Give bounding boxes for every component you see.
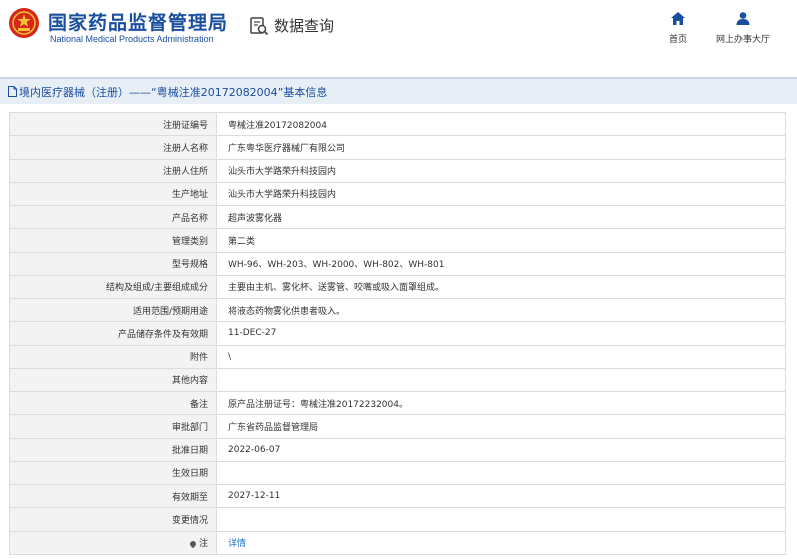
nav-home-link[interactable]: 首页 bbox=[664, 12, 692, 45]
field-value: 将液态药物雾化供患者吸入。 bbox=[216, 297, 786, 323]
field-value: WH-96、WH-203、WH-2000、WH-802、WH-801 bbox=[216, 251, 786, 276]
field-label: 结构及组成/主要组成成分 bbox=[9, 274, 217, 300]
field-value: 汕头市大学路荣升科技园内 bbox=[216, 158, 786, 183]
field-value: 广东粤华医疗器械厂有限公司 bbox=[216, 135, 786, 160]
field-value: 第二类 bbox=[216, 228, 786, 253]
home-icon bbox=[671, 12, 685, 25]
national-emblem-icon bbox=[9, 8, 39, 38]
field-label: 批准日期 bbox=[9, 437, 217, 462]
field-value: 2027-12-11 bbox=[216, 483, 786, 509]
user-icon bbox=[736, 12, 750, 25]
org-name-cn[interactable]: 国家药品监督管理局 bbox=[48, 8, 228, 35]
table-row: 管理类别 第二类 bbox=[9, 228, 786, 253]
field-label: 审批部门 bbox=[9, 414, 217, 439]
nav-home-label: 首页 bbox=[668, 35, 687, 45]
table-row: 附件 \ bbox=[9, 344, 786, 369]
table-row: 生效日期 bbox=[9, 460, 786, 486]
data-query-heading: 数据查询 bbox=[249, 15, 334, 36]
field-value: 超声波雾化器 bbox=[216, 204, 786, 230]
table-row: 有效期至 2027-12-11 bbox=[9, 483, 786, 509]
field-value bbox=[216, 507, 786, 532]
table-row: 审批部门 广东省药品监督管理局 bbox=[9, 414, 786, 439]
details-link[interactable]: 详情 bbox=[228, 539, 246, 549]
table-row: 备注 原产品注册证号：粤械注准20172232004。 bbox=[9, 390, 786, 416]
field-label: 产品储存条件及有效期 bbox=[9, 321, 217, 346]
table-row: 产品储存条件及有效期 11-DEC-27 bbox=[9, 321, 786, 346]
field-label: 变更情况 bbox=[9, 507, 217, 532]
field-label: 型号规格 bbox=[9, 251, 217, 276]
field-value bbox=[216, 367, 786, 393]
nav-online-hall-link[interactable]: 网上办事大厅 bbox=[712, 12, 774, 45]
field-value-note: 详情 bbox=[216, 530, 786, 555]
field-value: 11-DEC-27 bbox=[216, 321, 786, 346]
table-row: 结构及组成/主要组成成分 主要由主机、雾化杯、送雾管、咬嘴或吸入面罩组成。 bbox=[9, 274, 786, 300]
field-label: 附件 bbox=[9, 344, 217, 369]
pin-icon bbox=[188, 539, 198, 548]
field-label: 注册人住所 bbox=[9, 158, 217, 183]
field-label: 生效日期 bbox=[9, 460, 217, 486]
field-value: 原产品注册证号：粤械注准20172232004。 bbox=[216, 390, 786, 416]
field-label: 管理类别 bbox=[9, 228, 217, 253]
basic-info-table: 注册证编号 粤械注准20172082004 注册人名称 广东粤华医疗器械厂有限公司 注册… bbox=[9, 111, 786, 555]
field-label: 注册证编号 bbox=[9, 111, 217, 137]
document-search-icon bbox=[250, 16, 269, 35]
field-label-note: 注 bbox=[9, 530, 217, 555]
field-label: 备注 bbox=[9, 390, 217, 416]
field-label: 有效期至 bbox=[9, 483, 217, 509]
nav-online-hall-label: 网上办事大厅 bbox=[715, 35, 770, 45]
field-label: 生产地址 bbox=[9, 181, 217, 207]
table-row: 其他内容 bbox=[9, 367, 786, 393]
field-value: 2022-06-07 bbox=[216, 437, 786, 462]
table-row: 批准日期 2022-06-07 bbox=[9, 437, 786, 462]
record-title: 境内医疗器械（注册）——“粤械注准20172082004”基本信息 bbox=[19, 85, 328, 99]
field-value bbox=[216, 460, 786, 486]
table-row: 型号规格 WH-96、WH-203、WH-2000、WH-802、WH-801 bbox=[9, 251, 786, 276]
field-label: 适用范围/预期用途 bbox=[9, 297, 217, 323]
table-row: 变更情况 bbox=[9, 507, 786, 532]
site-header: 国家药品监督管理局 National Medical Products Admi… bbox=[0, 0, 797, 64]
table-row: 注册人住所 汕头市大学路荣升科技园内 bbox=[9, 158, 786, 183]
field-value: \ bbox=[216, 344, 786, 369]
table-row: 注册人名称 广东粤华医疗器械厂有限公司 bbox=[9, 135, 786, 160]
document-icon bbox=[8, 86, 17, 97]
field-value: 汕头市大学路荣升科技园内 bbox=[216, 181, 786, 207]
field-value: 广东省药品监督管理局 bbox=[216, 414, 786, 439]
field-value: 主要由主机、雾化杯、送雾管、咬嘴或吸入面罩组成。 bbox=[216, 274, 786, 300]
table-row: 适用范围/预期用途 将液态药物雾化供患者吸入。 bbox=[9, 297, 786, 323]
field-label: 其他内容 bbox=[9, 367, 217, 393]
table-row-note: 注 详情 bbox=[9, 530, 786, 555]
field-label: 注册人名称 bbox=[9, 135, 217, 160]
table-row: 产品名称 超声波雾化器 bbox=[9, 204, 786, 230]
org-name-en[interactable]: National Medical Products Administration bbox=[50, 34, 214, 44]
note-label: 注 bbox=[198, 539, 208, 550]
field-label: 产品名称 bbox=[9, 204, 217, 230]
field-value: 粤械注准20172082004 bbox=[216, 111, 786, 137]
data-query-title: 数据查询 bbox=[274, 17, 335, 35]
table-row: 生产地址 汕头市大学路荣升科技园内 bbox=[9, 181, 786, 207]
record-title-bar: 境内医疗器械（注册）——“粤械注准20172082004”基本信息 bbox=[0, 77, 797, 104]
table-row: 注册证编号 粤械注准20172082004 bbox=[9, 111, 786, 137]
